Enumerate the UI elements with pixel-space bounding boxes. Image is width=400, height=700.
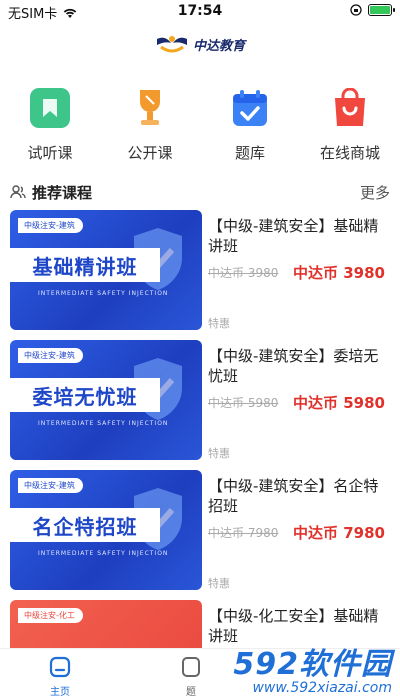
course-price: 中达币 3980 [293,264,385,282]
course-card[interactable]: 中级注安-建筑 基础精讲班 INTERMEDIATE SAFETY INJECT… [0,210,400,340]
tab-label: 主页 [50,687,70,698]
discount-label: 特惠 [208,577,230,590]
site-watermark: 592软件园 www.592xiazai.com [233,647,392,697]
thumbnail-title: 名企特招班 [10,508,160,542]
nav-trial-class[interactable]: 试听课 [0,88,100,168]
thumbnail-title: 基础精讲班 [10,248,160,282]
thumbnail-tag: 中级注安-化工 [18,608,83,623]
course-title: 【中级-建筑安全】委培无忧班 [208,347,379,385]
course-price: 中达币 7980 [293,524,385,542]
tab-question[interactable]: 题 [180,655,202,698]
watermark-title: 592软件园 [233,647,392,682]
thumbnail-subtitle: INTERMEDIATE SAFETY INJECTION [38,290,169,297]
thumbnail-subtitle: INTERMEDIATE SAFETY INJECTION [38,420,169,427]
section-title: 推荐课程 [32,183,93,202]
course-thumbnail[interactable]: 中级注安-建筑 名企特招班 INTERMEDIATE SAFETY INJECT… [10,470,202,590]
users-icon [10,185,26,199]
nav-label: 在线商城 [319,144,380,162]
nav-online-store[interactable]: 在线商城 [300,88,400,168]
question-bank-icon [182,657,200,677]
original-price: 中达币 3980 [208,266,279,280]
home-icon [49,656,71,678]
thumbnail-tag: 中级注安-建筑 [18,478,83,493]
quick-nav: 试听课 公开课 题库 在线商城 [0,88,400,168]
original-price: 中达币 5980 [208,396,279,410]
course-title: 【中级-建筑安全】基础精讲班 [208,217,379,255]
app-header: 中达教育 [0,30,400,58]
trophy-icon [130,88,170,128]
status-bar: 无SIM卡 17:54 [0,0,400,24]
thumbnail-tag: 中级注安-建筑 [18,348,83,363]
thumbnail-tag: 中级注安-建筑 [18,218,83,233]
course-thumbnail[interactable]: 中级注安-建筑 委培无忧班 INTERMEDIATE SAFETY INJECT… [10,340,202,460]
nav-open-class[interactable]: 公开课 [100,88,200,168]
shopping-bag-icon [330,88,370,128]
nav-label: 公开课 [127,144,173,162]
discount-label: 特惠 [208,447,230,460]
nav-label: 试听课 [27,144,73,162]
original-price: 中达币 7980 [208,526,279,540]
thumbnail-title: 委培无忧班 [10,378,160,412]
orientation-lock-icon [350,4,362,16]
course-card[interactable]: 中级注安-建筑 委培无忧班 INTERMEDIATE SAFETY INJECT… [0,340,400,470]
clock: 17:54 [177,3,223,19]
course-title: 【中级-建筑安全】名企特招班 [208,477,379,515]
course-price: 中达币 5980 [293,394,385,412]
nav-label: 题库 [234,144,265,162]
tab-home[interactable]: 主页 [48,655,72,698]
more-link[interactable]: 更多 [360,182,390,203]
course-thumbnail[interactable]: 中级注安-建筑 基础精讲班 INTERMEDIATE SAFETY INJECT… [10,210,202,330]
battery-icon [368,4,395,16]
course-title: 【中级-化工安全】基础精讲班 [208,607,379,645]
nav-question-bank[interactable]: 题库 [200,88,300,168]
thumbnail-subtitle: INTERMEDIATE SAFETY INJECTION [38,550,169,557]
logo-icon [156,36,187,53]
watermark-url: www.592xiazai.com [252,680,392,696]
tab-label: 题 [186,687,196,698]
course-list: 中级注安-建筑 基础精讲班 INTERMEDIATE SAFETY INJECT… [0,210,400,700]
brand-name: 中达教育 [192,38,245,54]
discount-label: 特惠 [208,317,230,330]
recommended-section-header: 推荐课程 更多 [10,180,390,204]
calendar-check-icon [230,88,270,128]
bookmark-icon [30,88,70,128]
course-card[interactable]: 中级注安-建筑 名企特招班 INTERMEDIATE SAFETY INJECT… [0,470,400,600]
